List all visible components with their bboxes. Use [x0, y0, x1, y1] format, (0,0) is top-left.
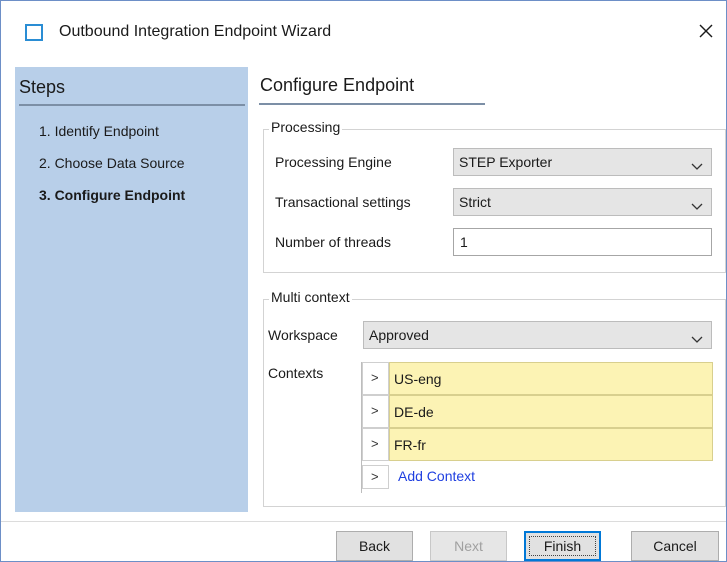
cancel-button[interactable]: Cancel	[631, 531, 719, 561]
transactional-settings-select[interactable]: Strict	[453, 188, 712, 216]
expand-arrow-icon[interactable]: >	[362, 465, 389, 489]
multi-context-legend: Multi context	[269, 289, 352, 305]
context-row: > US-eng	[362, 362, 713, 395]
title-bar: Outbound Integration Endpoint Wizard	[1, 1, 726, 61]
processing-engine-value: STEP Exporter	[459, 154, 553, 170]
finish-label: Finish	[543, 538, 582, 554]
steps-title: Steps	[19, 77, 66, 97]
window-title: Outbound Integration Endpoint Wizard	[59, 23, 332, 40]
steps-panel: Steps 1. Identify Endpoint 2. Choose Dat…	[15, 67, 248, 512]
finish-button[interactable]: Finish	[524, 531, 601, 561]
context-value-de-de[interactable]: DE-de	[389, 395, 713, 428]
footer-divider	[1, 521, 726, 522]
step-configure-endpoint: 3. Configure Endpoint	[39, 187, 186, 203]
chevron-down-icon	[691, 198, 703, 215]
chevron-down-icon	[691, 331, 703, 348]
title-divider	[259, 103, 485, 105]
context-row: > FR-fr	[362, 428, 713, 461]
workspace-select[interactable]: Approved	[363, 321, 712, 349]
number-of-threads-input[interactable]: 1	[453, 228, 712, 256]
wizard-window: Outbound Integration Endpoint Wizard Ste…	[0, 0, 727, 562]
processing-engine-label: Processing Engine	[275, 154, 392, 170]
next-button[interactable]: Next	[430, 531, 507, 561]
chevron-down-icon	[691, 158, 703, 175]
transactional-settings-label: Transactional settings	[275, 194, 411, 210]
number-of-threads-label: Number of threads	[275, 234, 391, 250]
workspace-label: Workspace	[268, 327, 338, 343]
context-row: > DE-de	[362, 395, 713, 428]
context-value-fr-fr[interactable]: FR-fr	[389, 428, 713, 461]
workspace-value: Approved	[369, 327, 429, 343]
contexts-label: Contexts	[268, 365, 324, 381]
close-icon[interactable]	[694, 19, 718, 43]
step-identify-endpoint: 1. Identify Endpoint	[39, 123, 159, 139]
expand-arrow-icon[interactable]: >	[362, 395, 389, 428]
processing-engine-select[interactable]: STEP Exporter	[453, 148, 712, 176]
number-of-threads-value: 1	[460, 234, 468, 250]
add-context-row: > Add Context	[362, 461, 713, 494]
back-button[interactable]: Back	[336, 531, 413, 561]
context-value-us-eng[interactable]: US-eng	[389, 362, 713, 395]
add-context-link[interactable]: Add Context	[398, 468, 475, 484]
processing-legend: Processing	[269, 119, 343, 135]
page-title: Configure Endpoint	[260, 75, 415, 95]
expand-arrow-icon[interactable]: >	[362, 362, 389, 395]
transactional-settings-value: Strict	[459, 194, 491, 210]
contexts-list: > US-eng > DE-de > FR-fr > Add Context	[361, 362, 713, 493]
expand-arrow-icon[interactable]: >	[362, 428, 389, 461]
steps-divider	[19, 104, 245, 106]
window-icon	[25, 24, 43, 41]
step-choose-data-source: 2. Choose Data Source	[39, 155, 185, 171]
